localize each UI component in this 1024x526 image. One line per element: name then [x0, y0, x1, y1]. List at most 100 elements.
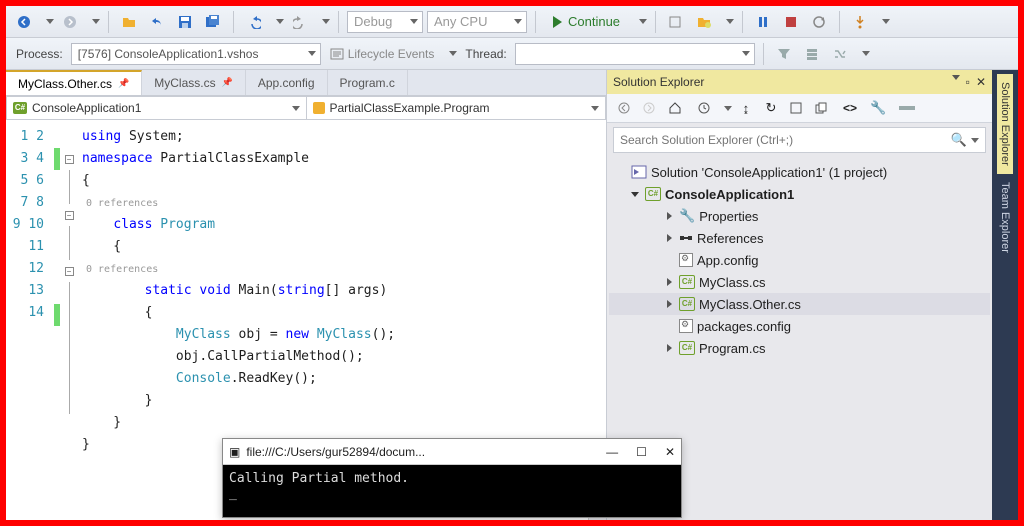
chevron-down-icon [971, 138, 979, 143]
thread-label: Thread: [465, 47, 506, 61]
restart-button[interactable] [807, 10, 831, 34]
fold-toggle[interactable]: − [65, 267, 74, 276]
autohide-button[interactable]: ▫ [966, 75, 970, 89]
sol-copy-button[interactable] [810, 97, 832, 119]
undo-button[interactable] [145, 10, 169, 34]
fold-toggle[interactable]: − [65, 211, 74, 220]
nav-back-button[interactable] [12, 10, 36, 34]
console-title: file:///C:/Users/gur52894/docum... [246, 445, 425, 459]
minimize-button[interactable]: — [606, 445, 618, 459]
open-file-button[interactable] [117, 10, 141, 34]
close-button[interactable]: ✕ [665, 445, 675, 459]
redo-step-button[interactable] [288, 10, 312, 34]
tab-program[interactable]: Program.c [328, 70, 408, 95]
tree-item[interactable]: References [609, 227, 990, 249]
chevron-right-icon [667, 234, 672, 242]
sol-history-button[interactable] [693, 97, 715, 119]
process-combo[interactable]: [7576] ConsoleApplication1.vshos [71, 43, 321, 65]
nav-member-combo[interactable]: PartialClassExample.Program [307, 96, 607, 120]
chevron-down-icon [92, 19, 100, 24]
side-tab-team-explorer[interactable]: Team Explorer [997, 174, 1013, 261]
pause-button[interactable] [751, 10, 775, 34]
sol-code-button[interactable]: <> [838, 97, 862, 119]
chevron-right-icon [667, 212, 672, 220]
tree-project[interactable]: C# ConsoleApplication1 [609, 183, 990, 205]
line-number-gutter: 1 2 3 4 5 6 7 8 9 10 11 12 13 14 [6, 120, 54, 520]
sol-forward-button[interactable] [638, 97, 660, 119]
chevron-down-icon [862, 51, 870, 56]
fold-margin[interactable]: − − − [60, 120, 78, 520]
debug-target-toolbar: Process: [7576] ConsoleApplication1.vsho… [6, 38, 1018, 70]
chevron-down-icon [449, 51, 457, 56]
side-tab-solution-explorer[interactable]: Solution Explorer [997, 74, 1013, 174]
chevron-down-icon [276, 19, 284, 24]
chevron-down-icon [726, 19, 734, 24]
tree-label: MyClass.cs [699, 275, 765, 290]
sol-collapse-button[interactable] [785, 97, 807, 119]
tree-solution-root[interactable]: Solution 'ConsoleApplication1' (1 projec… [609, 161, 990, 183]
thread-combo[interactable] [515, 43, 755, 65]
tree-item[interactable]: C#MyClass.Other.cs [609, 293, 990, 315]
sol-refresh-button[interactable]: ↻ [760, 97, 782, 119]
console-app-icon: ▣ [229, 445, 240, 459]
sol-properties-button[interactable]: 🔧 [865, 97, 891, 119]
platform-combo[interactable]: Any CPU [427, 11, 527, 33]
chevron-down-icon [639, 19, 647, 24]
sol-sync-button[interactable]: ↨ [735, 97, 757, 119]
bookmark-button[interactable] [692, 10, 716, 34]
sol-back-button[interactable] [613, 97, 635, 119]
continue-button[interactable]: Continue [544, 10, 629, 34]
chevron-right-icon [667, 300, 672, 308]
sol-home-button[interactable] [663, 97, 687, 119]
window-menu-icon[interactable] [952, 75, 960, 80]
tree-item[interactable]: 🔧Properties [609, 205, 990, 227]
config-combo[interactable]: Debug [347, 11, 423, 33]
csharp-file-icon: C# [679, 275, 695, 289]
chevron-down-icon [882, 19, 890, 24]
chevron-down-icon [724, 106, 732, 111]
codelens-ref[interactable]: 0 references [86, 198, 158, 209]
editor-pane: MyClass.Other.cs📌 MyClass.cs📌 App.config… [6, 70, 606, 520]
save-button[interactable] [173, 10, 197, 34]
nav-combos: C#ConsoleApplication1 PartialClassExampl… [6, 96, 606, 120]
tree-item[interactable]: App.config [609, 249, 990, 271]
toggle-whitespace-button[interactable] [664, 10, 688, 34]
maximize-button[interactable]: ☐ [636, 445, 647, 459]
tree-item[interactable]: packages.config [609, 315, 990, 337]
lifecycle-events-button[interactable]: Lifecycle Events [325, 42, 440, 66]
tree-item[interactable]: C#Program.cs [609, 337, 990, 359]
console-titlebar[interactable]: ▣ file:///C:/Users/gur52894/docum... — ☐… [223, 439, 681, 465]
sol-preview-button[interactable] [894, 97, 920, 119]
step-into-button[interactable] [848, 10, 872, 34]
solution-search-input[interactable] [620, 133, 951, 147]
tab-myclass[interactable]: MyClass.cs📌 [142, 70, 246, 95]
nav-forward-button[interactable] [58, 10, 82, 34]
tree-item[interactable]: C# MyClass.cs [609, 271, 990, 293]
nav-scope-combo[interactable]: C#ConsoleApplication1 [6, 96, 307, 120]
stop-button[interactable] [779, 10, 803, 34]
undo-step-button[interactable] [242, 10, 266, 34]
close-panel-button[interactable]: ✕ [976, 75, 986, 89]
main-toolbar: Debug Any CPU Continue [6, 6, 1018, 38]
config-file-icon [679, 253, 693, 267]
search-icon: 🔍 [951, 132, 967, 148]
solution-search[interactable]: 🔍 [613, 127, 986, 153]
tab-myclass-other[interactable]: MyClass.Other.cs📌 [6, 70, 142, 95]
solution-icon [631, 165, 647, 179]
tree-label: References [697, 231, 763, 246]
filter-button[interactable] [772, 42, 796, 66]
chevron-down-icon [322, 19, 330, 24]
shuffle-button[interactable] [828, 42, 852, 66]
fold-toggle[interactable]: − [65, 155, 74, 164]
chevron-right-icon [667, 278, 672, 286]
stack-frame-button[interactable] [800, 42, 824, 66]
console-window: ▣ file:///C:/Users/gur52894/docum... — ☐… [222, 438, 682, 518]
codelens-ref[interactable]: 0 references [86, 264, 158, 275]
process-label: Process: [16, 47, 63, 61]
console-output: Calling Partial method. _ [223, 465, 681, 517]
tab-appconfig[interactable]: App.config [246, 70, 328, 95]
save-all-button[interactable] [201, 10, 225, 34]
tree-label: ConsoleApplication1 [665, 187, 794, 202]
tree-label: MyClass.Other.cs [699, 297, 801, 312]
solution-toolbar: ↨ ↻ <> 🔧 [607, 94, 992, 123]
